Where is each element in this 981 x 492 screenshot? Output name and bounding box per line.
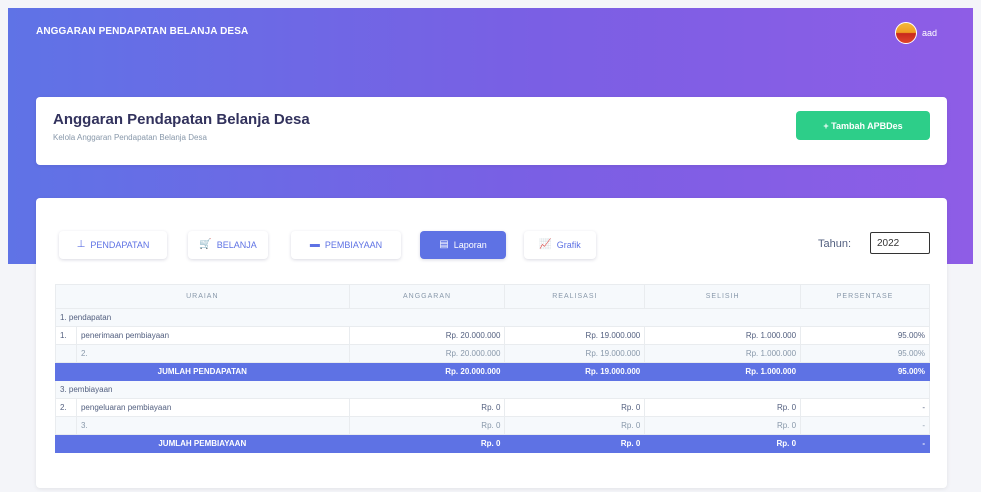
cell-selisih: Rp. 0 <box>644 434 802 453</box>
tab-laporan[interactable]: ▤ Laporan <box>420 231 506 259</box>
cell-realisasi: Rp. 0 <box>504 398 646 417</box>
table-group-row: 1. pendapatan <box>55 308 930 327</box>
cell-anggaran: Rp. 20.000.000 <box>348 362 506 381</box>
cell-realisasi: Rp. 0 <box>504 416 646 435</box>
chart-icon: 📈 <box>539 239 552 250</box>
row-label: 3. <box>75 416 350 435</box>
tab-label: PENDAPATAN <box>90 240 150 250</box>
cell-selisih: Rp. 0 <box>644 398 802 417</box>
year-label: Tahun: <box>818 238 852 250</box>
tab-pembiayaan[interactable]: ▬ PEMBIAYAAN <box>291 231 401 259</box>
cell-persentase: - <box>800 398 930 417</box>
table-group-row: 3. pembiayaan <box>55 380 930 399</box>
cell-selisih: Rp. 1.000.000 <box>644 344 802 363</box>
cell-persentase: - <box>800 434 930 453</box>
cell-realisasi: Rp. 19.000.000 <box>504 362 646 381</box>
column-header-realisasi: REALISASI <box>504 284 646 309</box>
row-number <box>55 344 77 363</box>
page-subtitle: Kelola Anggaran Pendapatan Belanja Desa <box>53 133 207 142</box>
cell-realisasi: Rp. 19.000.000 <box>504 326 646 345</box>
cell-selisih: Rp. 1.000.000 <box>644 362 802 381</box>
row-label: pengeluaran pembiayaan <box>75 398 350 417</box>
cell-anggaran: Rp. 0 <box>348 434 506 453</box>
cell-realisasi: Rp. 0 <box>504 434 646 453</box>
user-menu[interactable]: aad <box>895 22 937 44</box>
page-title: Anggaran Pendapatan Belanja Desa <box>53 111 310 128</box>
app-title: ANGGARAN PENDAPATAN BELANJA DESA <box>36 26 249 37</box>
hand-holding-icon: ⊥ <box>76 239 86 250</box>
report-icon: ▤ <box>439 239 449 250</box>
tab-grafik[interactable]: 📈 Grafik <box>524 231 596 259</box>
table-row: 3. Rp. 0 Rp. 0 Rp. 0 - <box>55 416 930 435</box>
total-label: JUMLAH PEMBIAYAAN <box>55 434 350 453</box>
group-label: 3. pembiayaan <box>55 380 930 399</box>
add-apbdes-button[interactable]: + Tambah APBDes <box>796 111 930 140</box>
money-icon: ▬ <box>309 239 320 250</box>
cell-realisasi: Rp. 19.000.000 <box>504 344 646 363</box>
tab-label: Laporan <box>453 240 487 250</box>
cell-selisih: Rp. 0 <box>644 416 802 435</box>
row-label: 2. <box>75 344 350 363</box>
table-total-row: JUMLAH PEMBIAYAAN Rp. 0 Rp. 0 Rp. 0 - <box>55 434 930 453</box>
tab-label: Grafik <box>556 240 581 250</box>
user-name: aad <box>922 28 938 38</box>
column-header-uraian: URAIAN <box>55 284 350 309</box>
cell-persentase: - <box>800 416 930 435</box>
cell-selisih: Rp. 1.000.000 <box>644 326 802 345</box>
row-number: 2. <box>55 398 77 417</box>
tab-label: BELANJA <box>216 240 257 250</box>
avatar[interactable] <box>895 22 917 44</box>
report-table: URAIAN ANGGARAN REALISASI SELISIH PERSEN… <box>55 284 930 453</box>
group-label: 1. pendapatan <box>55 308 930 327</box>
column-header-persentase: PERSENTASE <box>800 284 930 309</box>
row-label: penerimaan pembiayaan <box>75 326 350 345</box>
table-total-row: JUMLAH PENDAPATAN Rp. 20.000.000 Rp. 19.… <box>55 362 930 381</box>
cell-anggaran: Rp. 20.000.000 <box>348 326 506 345</box>
year-input[interactable] <box>870 232 930 254</box>
page-header-card: Anggaran Pendapatan Belanja Desa Kelola … <box>36 97 947 165</box>
cell-persentase: 95.00% <box>800 344 930 363</box>
row-number: 1. <box>55 326 77 345</box>
column-header-selisih: SELISIH <box>644 284 802 309</box>
report-card: ⊥ PENDAPATAN 🛒 BELANJA ▬ PEMBIAYAAN ▤ La… <box>36 198 947 488</box>
cell-anggaran: Rp. 20.000.000 <box>348 344 506 363</box>
tab-belanja[interactable]: 🛒 BELANJA <box>188 231 268 259</box>
cell-anggaran: Rp. 0 <box>348 398 506 417</box>
table-header-row: URAIAN ANGGARAN REALISASI SELISIH PERSEN… <box>55 284 930 309</box>
table-row: 2. pengeluaran pembiayaan Rp. 0 Rp. 0 Rp… <box>55 398 930 417</box>
column-header-anggaran: ANGGARAN <box>348 284 506 309</box>
cell-persentase: 95.00% <box>800 362 930 381</box>
cart-icon: 🛒 <box>199 239 212 250</box>
total-label: JUMLAH PENDAPATAN <box>55 362 350 381</box>
tab-label: PEMBIAYAAN <box>324 240 383 250</box>
cell-persentase: 95.00% <box>800 326 930 345</box>
tab-pendapatan[interactable]: ⊥ PENDAPATAN <box>59 231 167 259</box>
table-row: 2. Rp. 20.000.000 Rp. 19.000.000 Rp. 1.0… <box>55 344 930 363</box>
table-row: 1. penerimaan pembiayaan Rp. 20.000.000 … <box>55 326 930 345</box>
cell-anggaran: Rp. 0 <box>348 416 506 435</box>
row-number <box>55 416 77 435</box>
